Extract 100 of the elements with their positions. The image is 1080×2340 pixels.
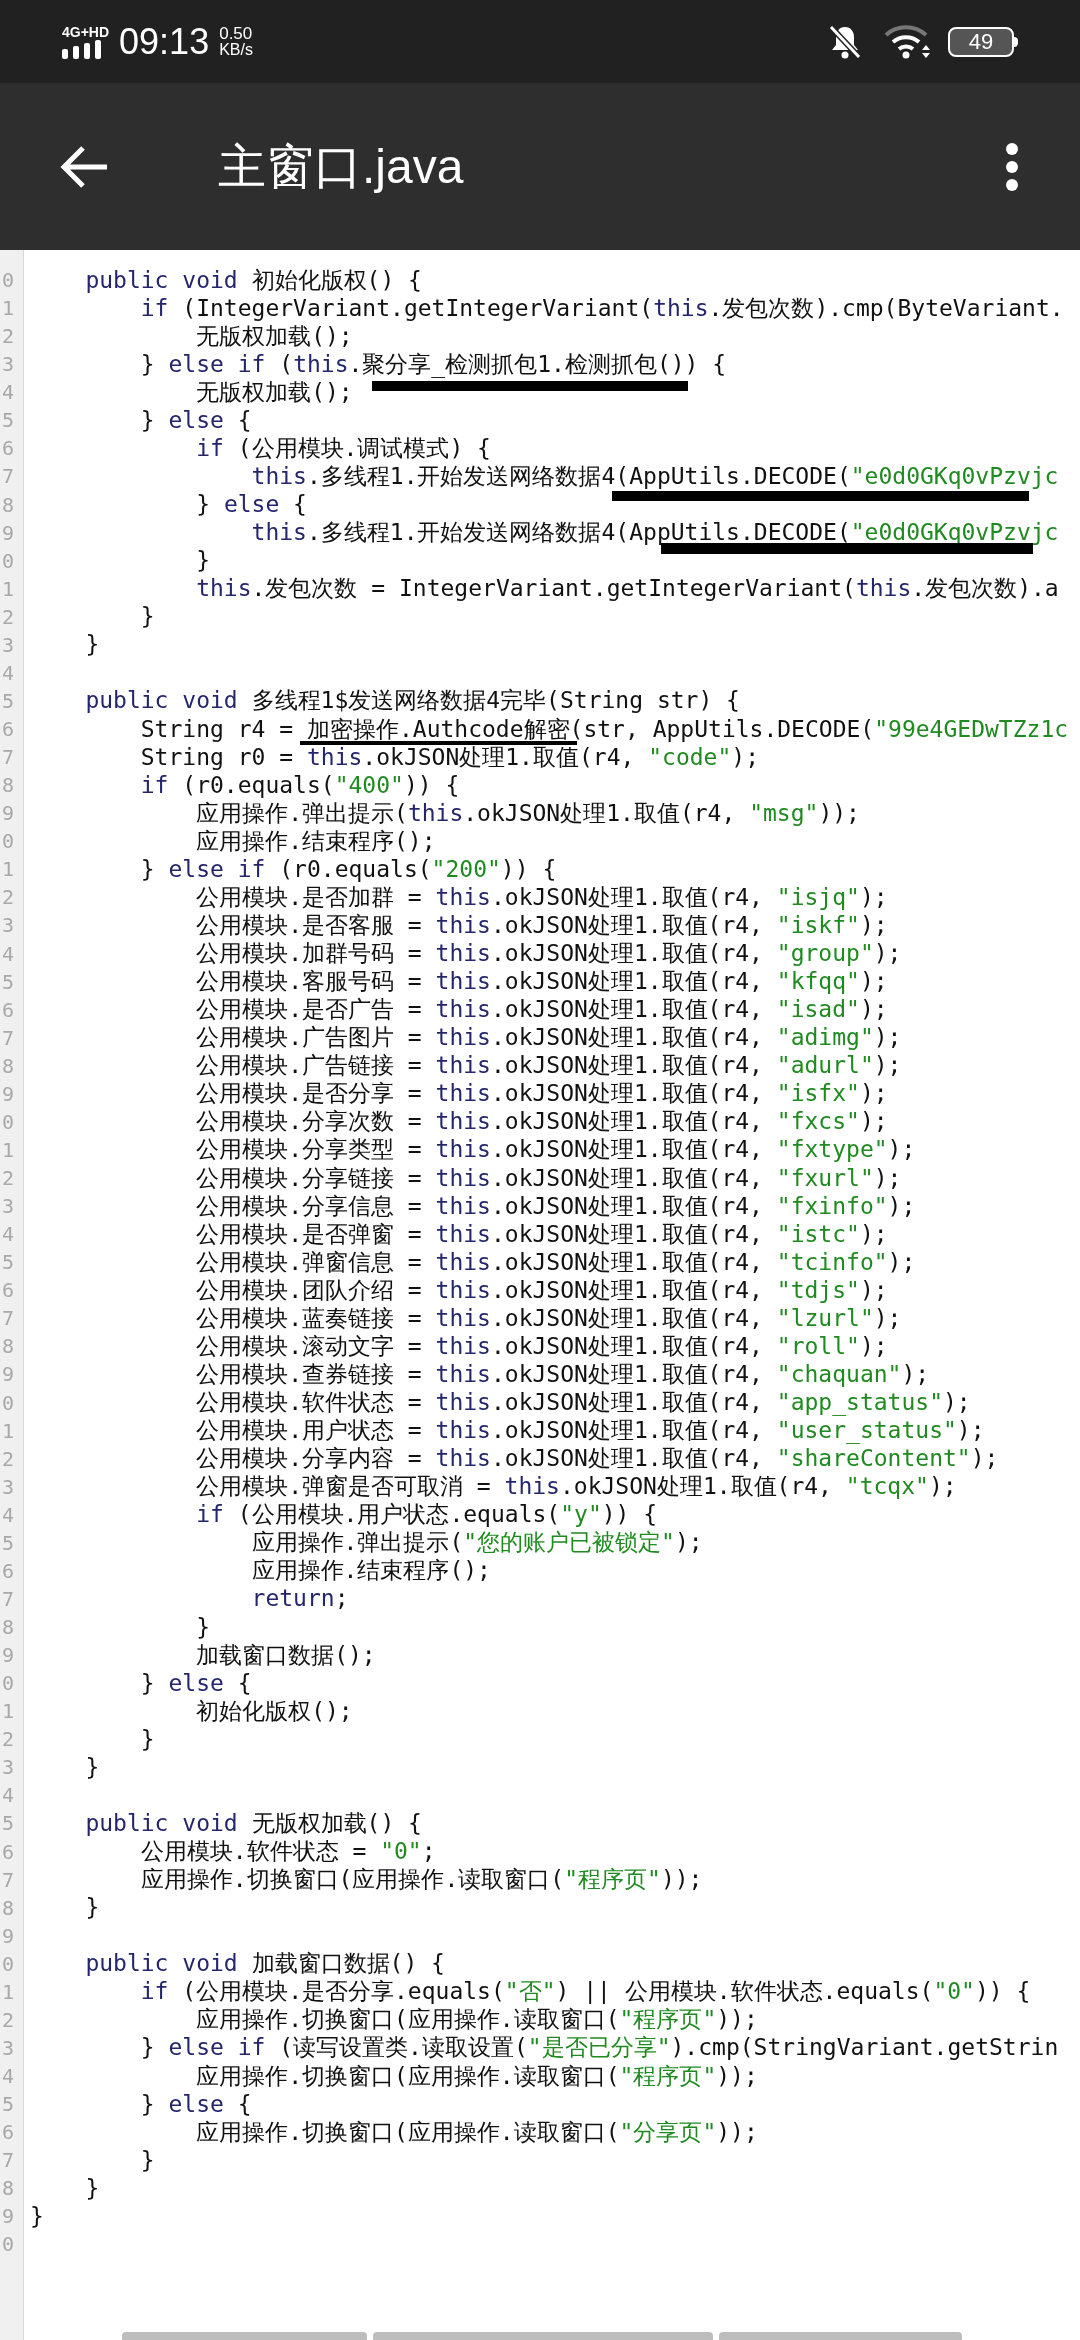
line-number: 6 xyxy=(1,1280,15,1301)
line-number: 6 xyxy=(1,438,15,459)
code-line: this.多线程1.开始发送网络数据4(AppUtils.DECODE("e0d0GKq0vPzvjc xyxy=(250,464,1059,488)
code-line: } xyxy=(139,2148,155,2172)
code-line: 应用操作.切换窗口(应用操作.读取窗口("程序页")); xyxy=(139,1868,703,1892)
line-number: 2 xyxy=(1,2009,15,2030)
code-line: 公用模块.用户状态 = this.okJSON处理1.取值(r4, "user_status"); xyxy=(195,1419,985,1443)
speed-unit: KB/s xyxy=(219,42,253,58)
line-number: 0 xyxy=(1,831,15,852)
line-number: 7 xyxy=(1,747,15,768)
code-line: } else if (r0.equals("200")) { xyxy=(139,857,557,881)
line-number: 2 xyxy=(1,326,15,347)
clock: 09:13 xyxy=(119,23,210,60)
code-line: if (r0.equals("400")) { xyxy=(139,773,460,797)
code-line: public void 初始化版权() { xyxy=(84,268,422,292)
code-line: public void 无版权加载() { xyxy=(84,1811,422,1835)
line-number: 5 xyxy=(1,2094,15,2115)
bell-muted-icon xyxy=(828,23,862,60)
code-line: String r4 = 加密操作.Authcode解密(str, AppUtils.DECODE("99e4GEDwTZz1c xyxy=(139,717,1069,741)
line-number: 0 xyxy=(1,1392,15,1413)
code-line: 公用模块.加群号码 = this.okJSON处理1.取值(r4, "group"); xyxy=(195,942,902,966)
line-number: 0 xyxy=(1,2234,15,2255)
line-number: 5 xyxy=(1,1532,15,1553)
line-number: 8 xyxy=(1,1617,15,1638)
line-number: 7 xyxy=(1,1027,15,1048)
code-line: if (公用模块.是否分享.equals("否") || 公用模块.软件状态.equals("0")) { xyxy=(139,1980,1031,2004)
code-line: } xyxy=(84,633,100,657)
speed-value: 0.50 xyxy=(219,25,253,42)
code-line: 应用操作.切换窗口(应用操作.读取窗口("程序页")); xyxy=(195,2008,758,2032)
code-line: 公用模块.团队介绍 = this.okJSON处理1.取值(r4, "tdjs"); xyxy=(195,1278,888,1302)
line-number: 3 xyxy=(1,2037,15,2058)
line-number: 1 xyxy=(1,1701,15,1722)
line-number: 1 xyxy=(1,578,15,599)
line-number: 3 xyxy=(1,1476,15,1497)
line-number: 8 xyxy=(1,1336,15,1357)
code-line: } xyxy=(139,605,155,629)
code-line: 公用模块.弹窗是否可取消 = this.okJSON处理1.取值(r4, "tcqx"); xyxy=(195,1475,957,1499)
code-line: 应用操作.弹出提示("您的账户已被锁定"); xyxy=(250,1531,703,1555)
line-number: 7 xyxy=(1,466,15,487)
line-number: 1 xyxy=(1,859,15,880)
line-number: 1 xyxy=(1,1420,15,1441)
line-number: 8 xyxy=(1,1055,15,1076)
code-line: 应用操作.结束程序(); xyxy=(250,1559,491,1583)
code-line: 公用模块.分享链接 = this.okJSON处理1.取值(r4, "fxurl"); xyxy=(195,1166,902,1190)
battery-indicator: 49 xyxy=(948,26,1018,57)
line-number: 3 xyxy=(1,354,15,375)
line-number: 0 xyxy=(1,1673,15,1694)
code-line: } xyxy=(84,1896,100,1920)
line-number: 0 xyxy=(1,550,15,571)
line-number: 4 xyxy=(1,2066,15,2087)
code-line: 公用模块.弹窗信息 = this.okJSON处理1.取值(r4, "tcinfo"); xyxy=(195,1250,916,1274)
line-number: 0 xyxy=(1,270,15,291)
line-number: 3 xyxy=(1,915,15,936)
code-line: 初始化版权(); xyxy=(195,1699,353,1723)
code-line: 无版权加载(); xyxy=(195,380,353,404)
code-line: 应用操作.结束程序(); xyxy=(195,829,436,853)
code-line: } xyxy=(195,549,210,573)
code-line: } xyxy=(30,2204,44,2228)
code-line: 公用模块.客服号码 = this.okJSON处理1.取值(r4, "kfqq"); xyxy=(195,970,888,994)
line-number: 5 xyxy=(1,971,15,992)
line-number: 9 xyxy=(1,1364,15,1385)
wifi-icon xyxy=(884,24,932,59)
code-line: 公用模块.分享类型 = this.okJSON处理1.取值(r4, "fxtype"); xyxy=(195,1138,916,1162)
line-number: 4 xyxy=(1,662,15,683)
line-number: 9 xyxy=(1,1925,15,1946)
code-line: 加载窗口数据(); xyxy=(195,1643,376,1667)
line-number: 8 xyxy=(1,1897,15,1918)
line-number: 7 xyxy=(1,1869,15,1890)
line-number: 8 xyxy=(1,2178,15,2199)
code-line: 公用模块.查券链接 = this.okJSON处理1.取值(r4, "chaquan"); xyxy=(195,1362,930,1386)
line-number: 6 xyxy=(1,2122,15,2143)
code-line: 应用操作.弹出提示(this.okJSON处理1.取值(r4, "msg")); xyxy=(195,801,860,825)
line-number: 7 xyxy=(1,1588,15,1609)
line-number: 0 xyxy=(1,1111,15,1132)
line-number: 7 xyxy=(1,1308,15,1329)
code-line: } xyxy=(195,1615,210,1639)
line-number: 6 xyxy=(1,999,15,1020)
more-icon xyxy=(1005,141,1019,192)
window-title: 主窗口.java xyxy=(218,142,464,191)
code-line: } else if (读写设置类.读取设置("是否已分享").cmp(StringVariant.getStrin xyxy=(139,2036,1059,2060)
line-number: 3 xyxy=(1,1196,15,1217)
code-line: } else { xyxy=(195,493,307,517)
code-line: 公用模块.广告图片 = this.okJSON处理1.取值(r4, "adimg"); xyxy=(195,1026,902,1050)
line-number: 5 xyxy=(1,1813,15,1834)
code-line: 公用模块.是否客服 = this.okJSON处理1.取值(r4, "iskf"); xyxy=(195,913,888,937)
line-number: 6 xyxy=(1,1560,15,1581)
line-number: 1 xyxy=(1,1139,15,1160)
back-arrow-icon xyxy=(59,143,109,190)
code-line: } xyxy=(139,1727,155,1751)
code-line: 公用模块.分享信息 = this.okJSON处理1.取值(r4, "fxinfo"); xyxy=(195,1194,916,1218)
network-type: 4G+HD xyxy=(62,24,110,39)
line-number: 3 xyxy=(1,634,15,655)
code-line: public void 加载窗口数据() { xyxy=(84,1952,445,1976)
code-line: } else { xyxy=(139,408,252,432)
code-line: } xyxy=(84,2176,100,2200)
line-number: 2 xyxy=(1,1729,15,1750)
line-number: 5 xyxy=(1,410,15,431)
code-line: 公用模块.分享内容 = this.okJSON处理1.取值(r4, "shareContent"); xyxy=(195,1447,999,1471)
code-line: } xyxy=(84,1755,100,1779)
line-number: 2 xyxy=(1,887,15,908)
